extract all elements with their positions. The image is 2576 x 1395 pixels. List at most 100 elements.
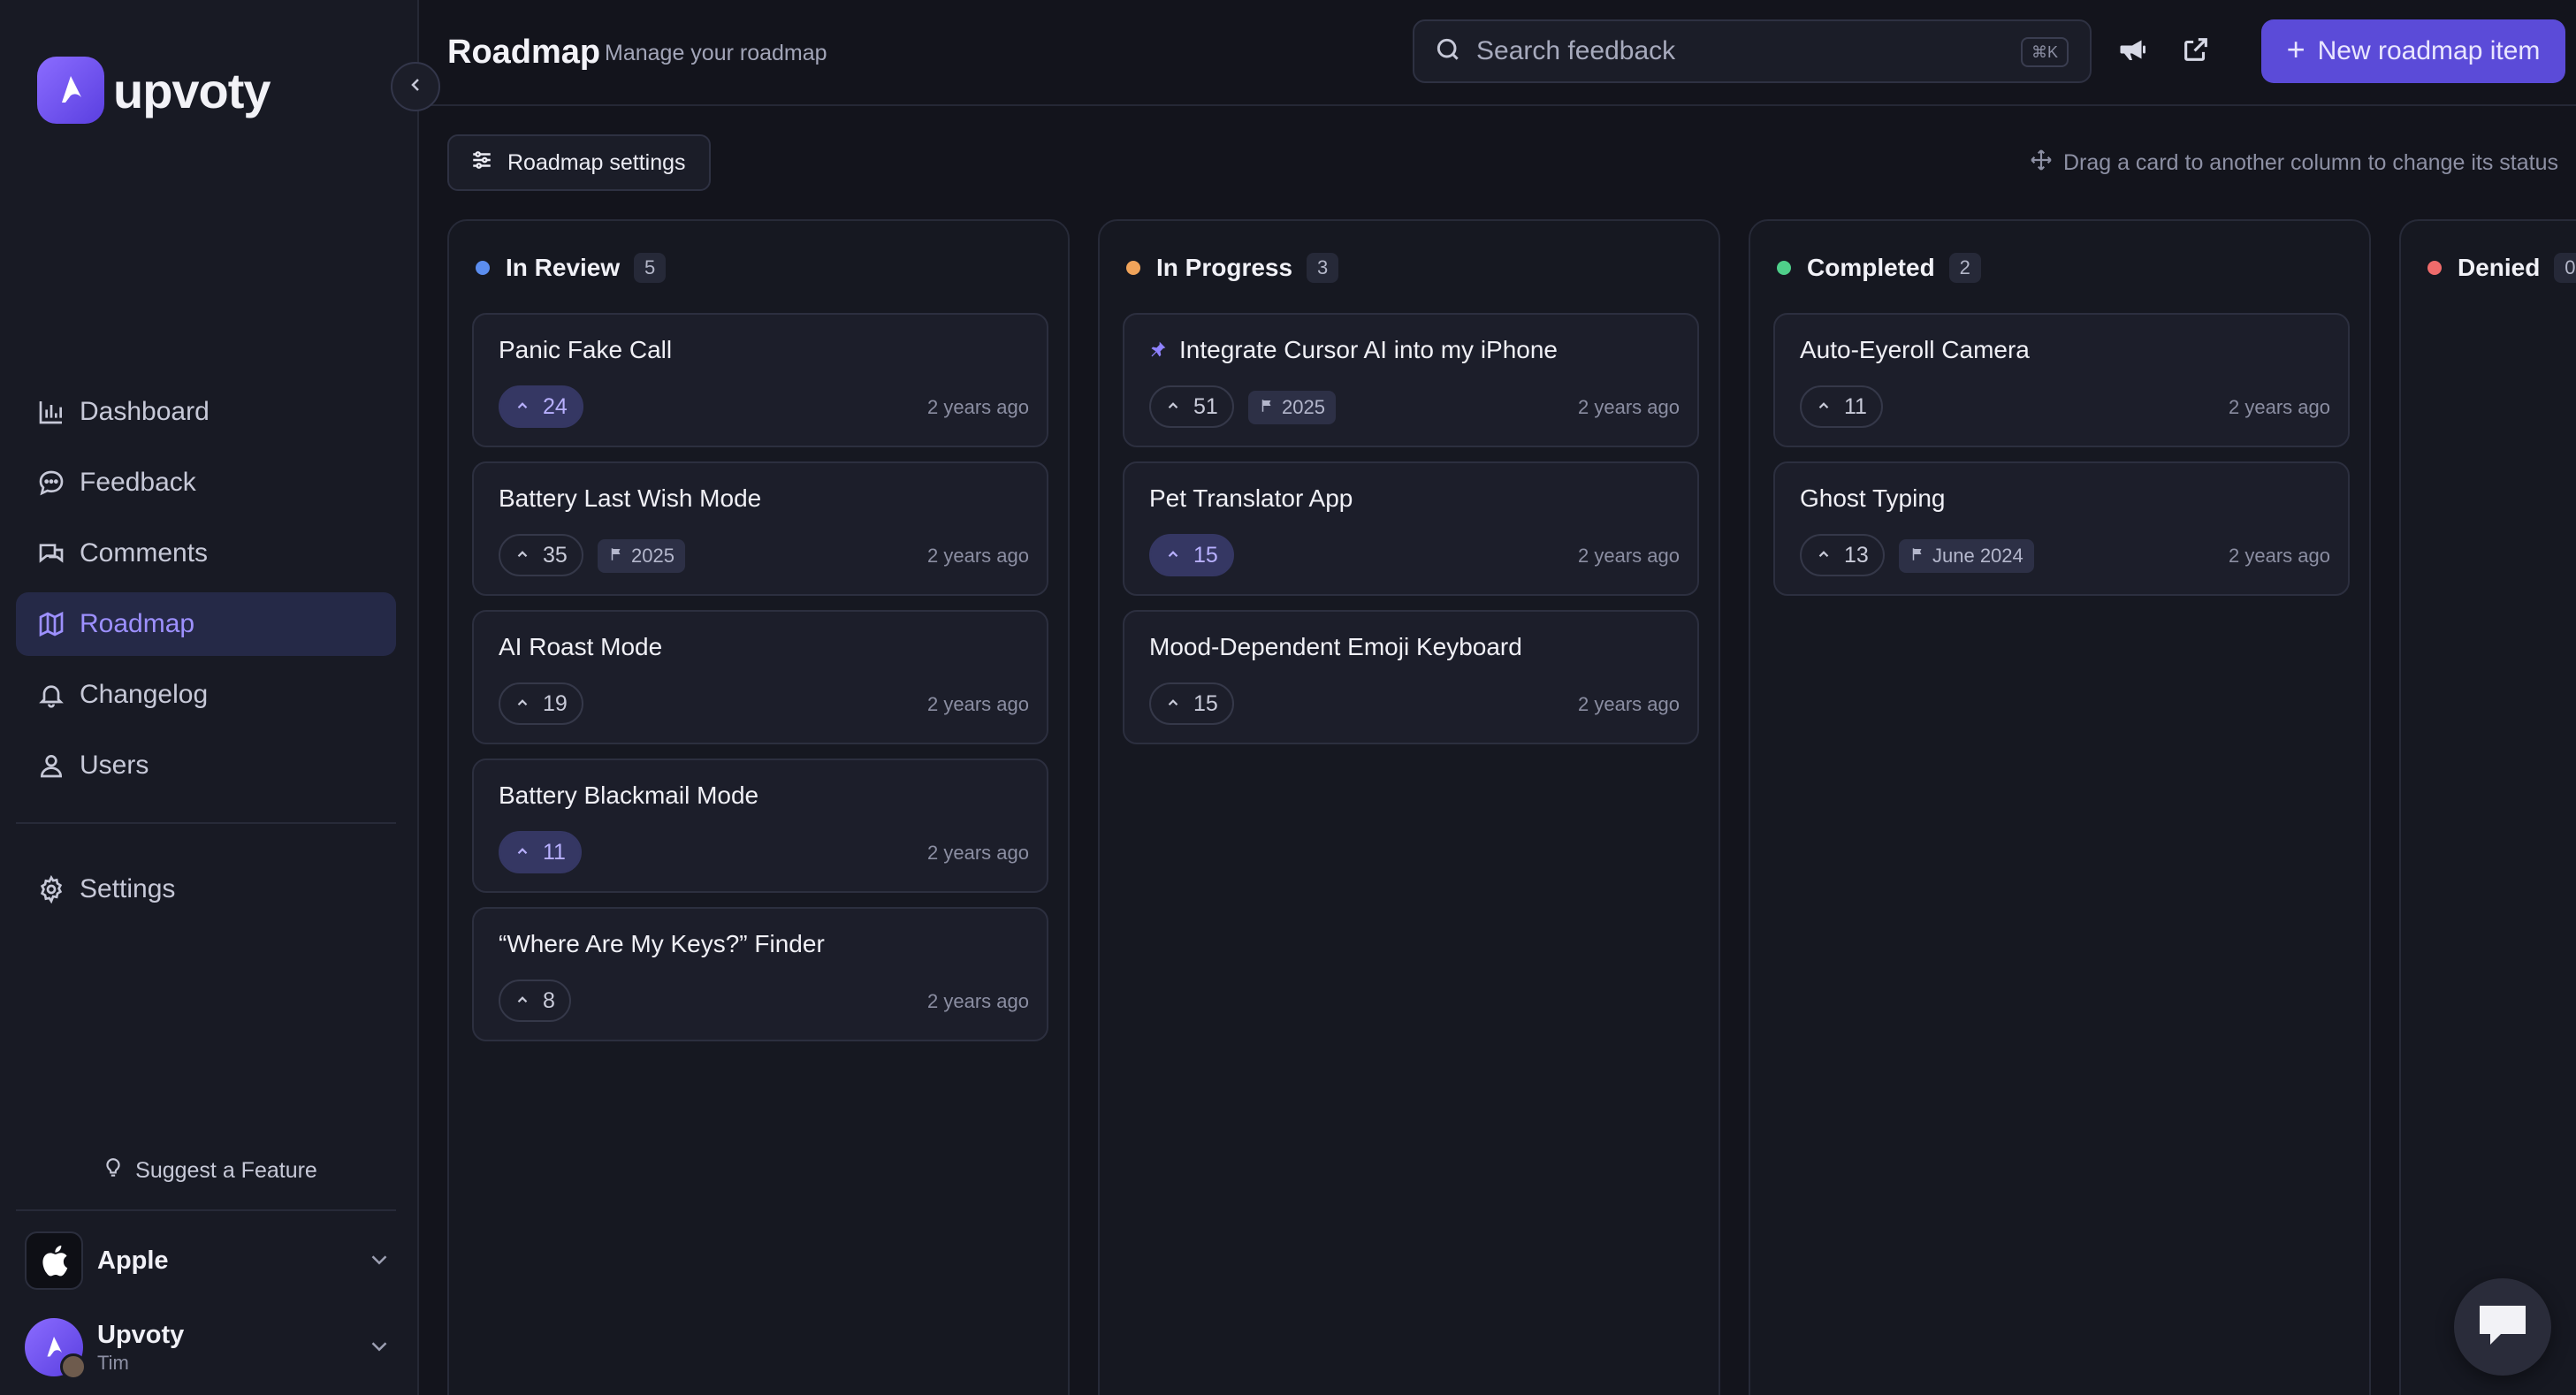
card-title: Mood-Dependent Emoji Keyboard bbox=[1149, 633, 1522, 661]
upvote-button[interactable]: 11 bbox=[1800, 385, 1883, 428]
map-icon bbox=[35, 608, 67, 640]
status-dot bbox=[2427, 261, 2442, 275]
top-header: Roadmap Manage your roadmap Search feedb… bbox=[419, 0, 2576, 106]
card-timestamp: 2 years ago bbox=[1578, 396, 1680, 418]
sidebar-item-label: Dashboard bbox=[80, 397, 210, 426]
card-title-text: Pet Translator App bbox=[1149, 484, 1353, 512]
roadmap-card[interactable]: Mood-Dependent Emoji Keyboard 15 2 years… bbox=[1123, 610, 1699, 744]
sidebar-item-label: Comments bbox=[80, 538, 209, 568]
roadmap-card[interactable]: Integrate Cursor AI into my iPhone 51 20… bbox=[1123, 313, 1699, 447]
column-count-badge: 3 bbox=[1307, 253, 1339, 283]
search-placeholder: Search feedback bbox=[1476, 36, 1676, 65]
sidebar-item-users[interactable]: Users bbox=[16, 734, 396, 797]
vote-count: 8 bbox=[543, 987, 555, 1013]
chevron-up-icon bbox=[514, 988, 530, 1014]
roadmap-card[interactable]: Auto-Eyeroll Camera 11 2 years ago bbox=[1773, 313, 2350, 447]
roadmap-card[interactable]: AI Roast Mode 19 2 years ago bbox=[472, 610, 1048, 744]
new-roadmap-item-button[interactable]: + New roadmap item bbox=[2261, 19, 2565, 83]
card-title-text: AI Roast Mode bbox=[499, 633, 663, 660]
vote-count: 35 bbox=[543, 542, 568, 568]
sidebar-divider bbox=[16, 822, 396, 824]
target-date-badge: 2025 bbox=[1248, 391, 1336, 424]
announcement-button[interactable] bbox=[2113, 32, 2152, 71]
sidebar-item-roadmap[interactable]: Roadmap bbox=[16, 592, 396, 656]
chevron-down-icon bbox=[366, 1333, 392, 1364]
sidebar-item-feedback[interactable]: Feedback bbox=[16, 451, 396, 515]
card-title: AI Roast Mode bbox=[499, 633, 662, 661]
upvoty-logo-icon bbox=[37, 57, 104, 124]
user-icon bbox=[35, 750, 67, 781]
suggest-feature-link[interactable]: Suggest a Feature bbox=[0, 1156, 419, 1185]
sidebar-item-label: Changelog bbox=[80, 680, 209, 709]
card-title: Auto-Eyeroll Camera bbox=[1800, 336, 2030, 364]
target-date-badge: 2025 bbox=[598, 539, 685, 573]
org-name: Apple bbox=[97, 1246, 169, 1275]
card-timestamp: 2 years ago bbox=[927, 842, 1029, 864]
user-subname: Tim bbox=[97, 1351, 129, 1374]
column-header: Completed 2 bbox=[1777, 253, 1981, 283]
app-root: upvoty Dashboard Feedback Comments Roadm… bbox=[0, 0, 2576, 1395]
chat-widget-button[interactable] bbox=[2454, 1278, 2551, 1376]
upvote-button[interactable]: 13 bbox=[1800, 534, 1885, 576]
bell-icon bbox=[35, 679, 67, 711]
brand-name: upvoty bbox=[113, 62, 271, 118]
user-info: Upvoty Tim bbox=[97, 1321, 184, 1375]
sidebar-item-dashboard[interactable]: Dashboard bbox=[16, 380, 396, 444]
upvote-button[interactable]: 19 bbox=[499, 682, 583, 725]
roadmap-card[interactable]: Pet Translator App 15 2 years ago bbox=[1123, 461, 1699, 596]
target-date-text: 2025 bbox=[631, 545, 674, 567]
column-in-review: In Review 5 Panic Fake Call 24 2 years a… bbox=[447, 219, 1070, 1395]
roadmap-card[interactable]: Ghost Typing 13 June 2024 2 years ago bbox=[1773, 461, 2350, 596]
roadmap-card[interactable]: Battery Last Wish Mode 35 2025 2 years a… bbox=[472, 461, 1048, 596]
flag-icon bbox=[1909, 545, 1925, 568]
sidebar-item-settings[interactable]: Settings bbox=[16, 858, 396, 921]
chevron-up-icon bbox=[1165, 691, 1181, 717]
flag-icon bbox=[1259, 396, 1275, 419]
roadmap-card[interactable]: Panic Fake Call 24 2 years ago bbox=[472, 313, 1048, 447]
vote-count: 11 bbox=[543, 839, 566, 865]
sidebar-item-changelog[interactable]: Changelog bbox=[16, 663, 396, 727]
roadmap-settings-button[interactable]: Roadmap settings bbox=[447, 134, 711, 191]
card-title: “Where Are My Keys?” Finder bbox=[499, 930, 825, 958]
card-timestamp: 2 years ago bbox=[927, 990, 1029, 1012]
move-icon bbox=[2030, 149, 2053, 178]
column-denied: Denied 0 bbox=[2399, 219, 2576, 1395]
roadmap-card[interactable]: Battery Blackmail Mode 11 2 years ago bbox=[472, 758, 1048, 893]
user-menu[interactable]: Upvoty Tim bbox=[25, 1314, 396, 1381]
roadmap-card[interactable]: “Where Are My Keys?” Finder 8 2 years ag… bbox=[472, 907, 1048, 1041]
collapse-sidebar-button[interactable] bbox=[391, 62, 440, 111]
upvote-button[interactable]: 15 bbox=[1149, 682, 1234, 725]
user-name: Upvoty bbox=[97, 1320, 185, 1349]
card-timestamp: 2 years ago bbox=[927, 693, 1029, 715]
column-completed: Completed 2 Auto-Eyeroll Camera 11 2 yea… bbox=[1749, 219, 2371, 1395]
column-header: Denied 0 bbox=[2427, 253, 2576, 283]
chevron-up-icon bbox=[514, 543, 530, 568]
card-timestamp: 2 years ago bbox=[927, 545, 1029, 567]
upvote-button[interactable]: 11 bbox=[499, 831, 582, 873]
page-subtitle: Manage your roadmap bbox=[605, 41, 827, 65]
upvote-button[interactable]: 15 bbox=[1149, 534, 1234, 576]
open-external-button[interactable] bbox=[2176, 32, 2215, 71]
search-input[interactable]: Search feedback ⌘K bbox=[1413, 19, 2092, 83]
sidebar-settings-group: Settings bbox=[16, 858, 396, 928]
card-title-text: “Where Are My Keys?” Finder bbox=[499, 930, 825, 957]
chat-icon bbox=[2476, 1302, 2529, 1353]
upvote-button[interactable]: 8 bbox=[499, 980, 571, 1022]
card-list: Integrate Cursor AI into my iPhone 51 20… bbox=[1123, 313, 1699, 758]
lightbulb-icon bbox=[102, 1156, 125, 1185]
sidebar-item-comments[interactable]: Comments bbox=[16, 522, 396, 585]
card-timestamp: 2 years ago bbox=[2229, 545, 2330, 567]
brand-logo[interactable]: upvoty bbox=[37, 57, 271, 124]
sidebar-nav: Dashboard Feedback Comments Roadmap Chan… bbox=[16, 380, 396, 804]
sliders-icon bbox=[470, 149, 493, 178]
target-date-badge: June 2024 bbox=[1899, 539, 2034, 573]
card-title-text: Ghost Typing bbox=[1800, 484, 1946, 512]
apple-logo-icon bbox=[25, 1231, 83, 1290]
upvote-button[interactable]: 51 bbox=[1149, 385, 1234, 428]
org-switcher[interactable]: Apple bbox=[25, 1227, 396, 1294]
chevron-up-icon bbox=[1165, 394, 1181, 420]
upvote-button[interactable]: 24 bbox=[499, 385, 583, 428]
upvote-button[interactable]: 35 bbox=[499, 534, 583, 576]
vote-count: 24 bbox=[543, 393, 568, 419]
sidebar: upvoty Dashboard Feedback Comments Roadm… bbox=[0, 0, 419, 1395]
